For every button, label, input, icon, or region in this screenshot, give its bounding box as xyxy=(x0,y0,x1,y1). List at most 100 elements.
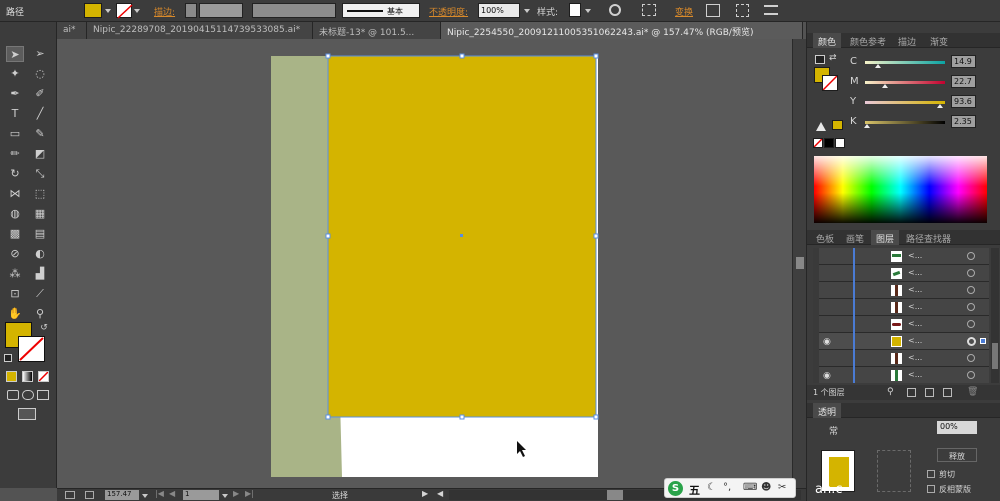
tab-pathfinder[interactable]: 路径查找器 xyxy=(901,230,956,245)
scroll-left-icon[interactable]: ◀ xyxy=(437,489,443,498)
column-graph-icon[interactable]: ▟ xyxy=(31,266,49,282)
status-menu-icon[interactable]: ▶ xyxy=(422,489,428,498)
chevron-down-icon[interactable] xyxy=(222,494,228,498)
tab-stroke[interactable]: 描边 xyxy=(893,33,921,48)
magic-wand-icon[interactable]: ✦ xyxy=(6,66,24,82)
shape-builder-icon[interactable]: ◍ xyxy=(6,206,24,222)
rotate-tool-icon[interactable]: ↻ xyxy=(6,166,24,182)
canvas-area[interactable] xyxy=(57,39,792,488)
document-tab[interactable]: 未标题-13* @ 101.5... xyxy=(313,22,441,39)
layer-row[interactable]: <... xyxy=(819,299,989,316)
pencil-icon[interactable]: ✏ xyxy=(6,146,24,162)
selection-indicator[interactable] xyxy=(980,338,986,344)
lasso-icon[interactable]: ◌ xyxy=(31,66,49,82)
tab-gradient[interactable]: 渐变 xyxy=(925,33,953,48)
color-mode-icon[interactable] xyxy=(6,371,17,382)
white-swatch[interactable] xyxy=(835,138,845,148)
vertical-scrollbar[interactable] xyxy=(792,39,806,488)
default-colors-icon[interactable] xyxy=(4,354,12,362)
slider-thumb[interactable] xyxy=(882,84,888,88)
chevron-down-icon[interactable] xyxy=(105,9,111,13)
layer-row-selected[interactable]: ◉ <... xyxy=(819,333,989,350)
target-icon[interactable] xyxy=(967,303,975,311)
ime-punct-icon[interactable]: °, xyxy=(723,482,731,493)
opacity-input[interactable]: 100% xyxy=(478,3,520,18)
stroke-color-box[interactable] xyxy=(18,336,45,362)
direct-selection-tool-icon[interactable]: ➢ xyxy=(31,46,49,62)
first-page-icon[interactable]: |◀ xyxy=(155,489,164,498)
color-spectrum[interactable] xyxy=(814,156,987,223)
none-mode-icon[interactable] xyxy=(38,371,49,382)
free-transform-icon[interactable]: ⬚ xyxy=(31,186,49,202)
draw-inside-icon[interactable] xyxy=(37,390,49,400)
gradient-tool-icon[interactable]: ▤ xyxy=(31,226,49,242)
tab-color-guide[interactable]: 颜色参考 xyxy=(845,33,891,48)
invert-mask-checkbox[interactable] xyxy=(927,485,935,493)
recolor-artwork-icon[interactable] xyxy=(609,4,621,16)
ime-skin-icon[interactable]: ✂ xyxy=(778,482,786,493)
channel-y-input[interactable]: 93.6 xyxy=(951,95,976,108)
chevron-down-icon[interactable] xyxy=(524,9,530,13)
ime-moon-icon[interactable]: ☾ xyxy=(707,482,716,493)
target-icon[interactable] xyxy=(967,320,975,328)
share-icon[interactable] xyxy=(85,491,94,499)
artboard-nav-icon[interactable] xyxy=(65,491,75,499)
swap-arrow-icon[interactable]: ⇄ xyxy=(829,53,837,63)
layer-row[interactable]: <... xyxy=(819,350,989,367)
mini-default-colors-icon[interactable] xyxy=(815,55,825,64)
align-icon[interactable] xyxy=(642,4,656,16)
channel-c-input[interactable]: 14.9 xyxy=(951,55,976,68)
mesh-tool-icon[interactable]: ▩ xyxy=(6,226,24,242)
slider-thumb[interactable] xyxy=(937,104,943,108)
blend-tool-icon[interactable]: ◐ xyxy=(31,246,49,262)
layer-row[interactable]: <... xyxy=(819,265,989,282)
color-stroke-swatch[interactable] xyxy=(822,75,838,91)
stroke-weight-stepper[interactable] xyxy=(185,3,197,18)
stroke-weight-dropdown[interactable] xyxy=(199,3,243,18)
layer-row[interactable]: ◉ <... xyxy=(819,367,989,383)
stroke-swatch[interactable] xyxy=(116,3,133,19)
slider-thumb[interactable] xyxy=(864,124,870,128)
chevron-down-icon[interactable] xyxy=(585,9,591,13)
zoom-input[interactable]: 157.47 xyxy=(105,490,139,500)
target-icon[interactable] xyxy=(967,337,976,346)
layer-row[interactable]: <... xyxy=(819,316,989,333)
opacity-label[interactable]: 不透明度: xyxy=(429,5,468,18)
scale-tool-icon[interactable]: ⤡ xyxy=(31,166,49,182)
tab-brushes[interactable]: 画笔 xyxy=(841,230,869,245)
gamut-swatch[interactable] xyxy=(832,120,843,130)
eraser-icon[interactable]: ◩ xyxy=(31,146,49,162)
visibility-eye-icon[interactable]: ◉ xyxy=(823,337,831,347)
layer-row[interactable]: <... xyxy=(819,282,989,299)
slider-thumb[interactable] xyxy=(875,64,881,68)
target-icon[interactable] xyxy=(967,269,975,277)
black-swatch[interactable] xyxy=(824,138,834,148)
target-icon[interactable] xyxy=(967,371,975,379)
page-input[interactable]: 1 xyxy=(183,490,219,500)
screen-mode-icon[interactable] xyxy=(18,408,36,420)
variable-width-dropdown[interactable] xyxy=(252,3,336,18)
trash-icon[interactable]: 🗑 xyxy=(967,387,978,397)
out-of-gamut-warning-icon[interactable] xyxy=(816,122,826,131)
artboard-tool-icon[interactable]: ⊡ xyxy=(6,286,24,302)
menu-icon[interactable] xyxy=(764,5,778,15)
prev-page-icon[interactable]: ◀ xyxy=(169,489,175,498)
ime-user-icon[interactable]: ☻ xyxy=(761,482,771,493)
new-layer-icon[interactable] xyxy=(943,388,952,397)
ime-toolbar[interactable]: S 五 ☾ °, ⌨ ☻ ✂ xyxy=(664,478,796,498)
make-mask-button[interactable]: 释放 xyxy=(937,448,977,462)
ime-keyboard-icon[interactable]: ⌨ xyxy=(743,482,757,493)
ime-logo-icon[interactable]: S xyxy=(668,481,683,496)
locate-object-icon[interactable]: ⚲ xyxy=(887,387,894,397)
slice-tool-icon[interactable]: ⟋ xyxy=(31,286,49,302)
curvature-tool-icon[interactable]: ✐ xyxy=(31,86,49,102)
eyedropper-icon[interactable]: ⊘ xyxy=(6,246,24,262)
artboard-drawing[interactable] xyxy=(57,39,792,488)
tab-layers[interactable]: 图层 xyxy=(871,230,900,245)
document-tab[interactable]: ai* xyxy=(57,22,87,39)
document-tab-active[interactable]: Nipic_2254550_20091211005351062243.ai* @… xyxy=(441,22,803,39)
channel-k-input[interactable]: 2.35 xyxy=(951,115,976,128)
scrollbar-thumb[interactable] xyxy=(607,490,623,500)
perspective-grid-icon[interactable]: ▦ xyxy=(31,206,49,222)
brush-profile-dropdown[interactable]: 基本 xyxy=(342,3,420,18)
